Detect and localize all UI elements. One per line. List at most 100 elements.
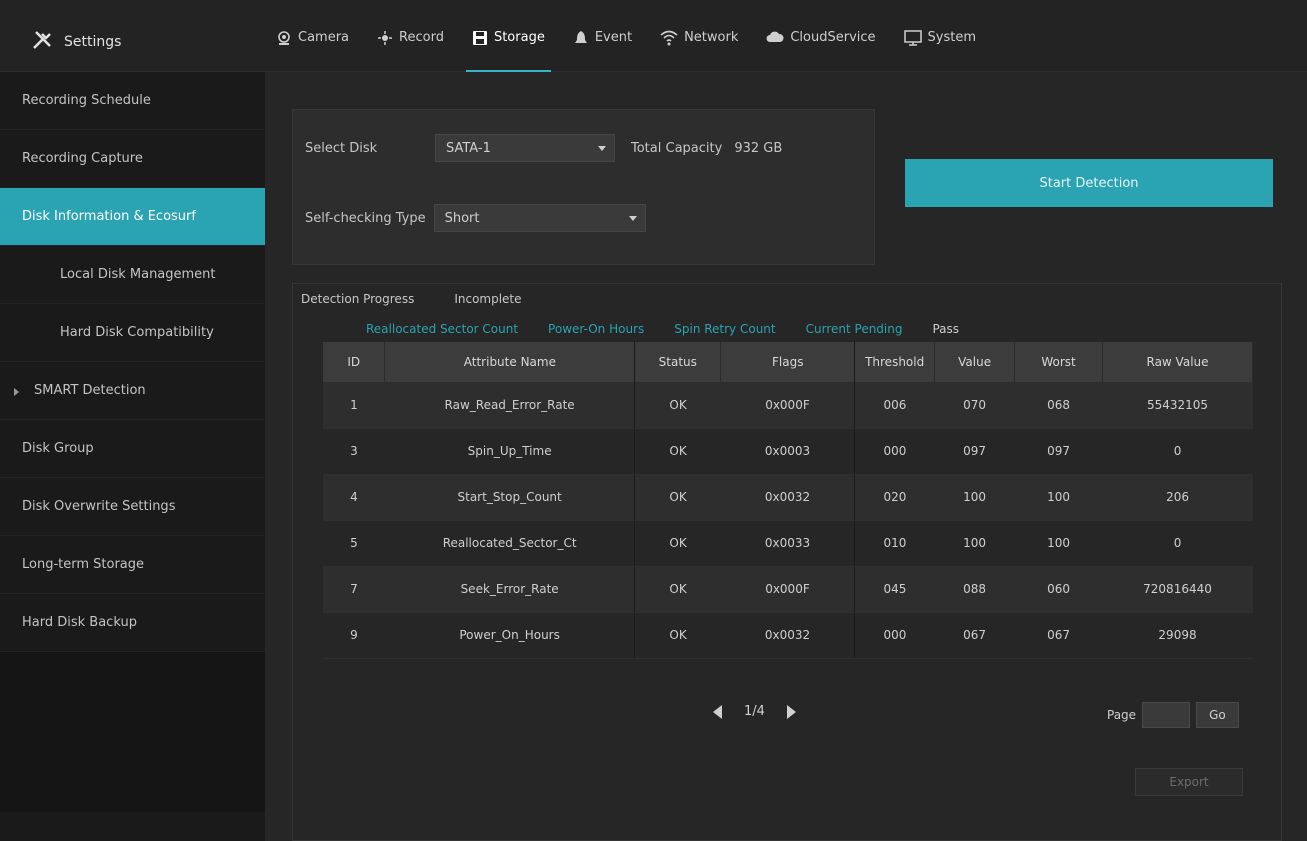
sidebar-item-label: SMART Detection — [34, 383, 146, 398]
table-cell: Start_Stop_Count — [384, 474, 636, 521]
top-bar: Settings Camera Record Storage Event Net… — [0, 0, 1307, 72]
sidebar-item-label: Hard Disk Compatibility — [60, 325, 214, 340]
network-icon — [660, 30, 678, 50]
go-button[interactable]: Go — [1196, 702, 1239, 728]
table-cell: 100 — [1014, 474, 1103, 521]
table-cell: 097 — [934, 428, 1015, 475]
sidebar-item-label: Recording Capture — [22, 151, 143, 166]
sidebar-item-label: Hard Disk Backup — [22, 615, 137, 630]
table-row: 4 Start_Stop_Count OK 0x0032 020 100 100… — [323, 474, 1253, 521]
caret-right-icon — [14, 388, 19, 396]
table-cell: 55432105 — [1102, 382, 1253, 429]
total-capacity-value: 932 GB — [734, 140, 783, 156]
start-detection-button[interactable]: Start Detection — [905, 159, 1273, 207]
table-cell: OK — [634, 612, 721, 659]
table-cell: 010 — [854, 520, 935, 567]
main-content: Select Disk SATA-1 Total Capacity 932 GB… — [265, 72, 1307, 841]
table-cell: Seek_Error_Rate — [384, 566, 636, 613]
table-cell: 100 — [934, 520, 1015, 567]
table-cell: Spin_Up_Time — [384, 428, 636, 475]
prev-page-icon[interactable] — [713, 704, 722, 719]
table-cell: 000 — [854, 612, 935, 659]
table-cell: Reallocated_Sector_Ct — [384, 520, 636, 567]
sidebar-item-disk-information[interactable]: Disk Information & Ecosurf — [0, 188, 265, 246]
page-indicator: 1/4 — [744, 704, 765, 719]
chevron-down-icon — [598, 146, 606, 151]
pagination: 1/4 — [713, 704, 796, 719]
next-page-icon[interactable] — [786, 704, 796, 719]
result-summary: Reallocated Sector Count Power-On Hours … — [366, 322, 959, 336]
sidebar-item-long-term-storage[interactable]: Long-term Storage — [0, 536, 265, 594]
main-tabs: Camera Record Storage Event Network Clou… — [270, 22, 982, 72]
table-cell: 5 — [323, 520, 385, 567]
self-check-dropdown[interactable]: Short — [433, 204, 646, 232]
summary-current-pending: Current Pending — [805, 322, 903, 336]
export-button[interactable]: Export — [1135, 768, 1243, 796]
sidebar-item-recording-capture[interactable]: Recording Capture — [0, 130, 265, 188]
table-row: 9 Power_On_Hours OK 0x0032 000 067 067 2… — [323, 612, 1253, 659]
tab-cloudservice[interactable]: CloudService — [760, 22, 881, 72]
tab-record[interactable]: Record — [371, 22, 450, 72]
table-cell: 097 — [1014, 428, 1103, 475]
sidebar-item-hard-disk-backup[interactable]: Hard Disk Backup — [0, 594, 265, 652]
sidebar-item-smart-detection[interactable]: SMART Detection — [0, 362, 265, 420]
goto-page-label: Page — [1107, 708, 1137, 722]
table-cell: 0x0032 — [720, 612, 856, 659]
column-header: ID — [323, 342, 386, 382]
self-check-value: Short — [444, 210, 480, 226]
sidebar-item-disk-group[interactable]: Disk Group — [0, 420, 265, 478]
table-cell: Raw_Read_Error_Rate — [384, 382, 636, 429]
table-cell: 020 — [854, 474, 935, 521]
tab-event-label: Event — [594, 30, 633, 45]
tab-event[interactable]: Event — [567, 22, 638, 72]
storage-icon — [472, 30, 488, 50]
tab-storage[interactable]: Storage — [465, 22, 551, 72]
table-header-row: ID Attribute Name Status Flags Threshold… — [323, 342, 1253, 382]
sidebar-item-hard-disk-compatibility[interactable]: Hard Disk Compatibility — [0, 304, 265, 362]
tab-network[interactable]: Network — [654, 22, 744, 72]
table-cell: 29098 — [1102, 612, 1253, 659]
chevron-down-icon — [628, 216, 637, 221]
detection-progress-label: Detection Progress — [301, 292, 415, 306]
summary-power-on: Power-On Hours — [548, 322, 645, 336]
table-cell: 060 — [1014, 566, 1103, 613]
smart-attributes-table: ID Attribute Name Status Flags Threshold… — [323, 342, 1253, 659]
table-cell: 720816440 — [1102, 566, 1253, 613]
column-header: Status — [634, 342, 722, 382]
cloud-icon — [766, 30, 784, 48]
sidebar-item-local-disk-management[interactable]: Local Disk Management — [0, 246, 265, 304]
table-cell: OK — [634, 566, 721, 613]
summary-pass: Pass — [932, 322, 960, 336]
tab-storage-label: Storage — [493, 30, 545, 45]
table-cell: 100 — [934, 474, 1015, 521]
detection-progress: Detection Progress Incomplete — [301, 292, 522, 306]
summary-spin-retry: Spin Retry Count — [674, 322, 776, 336]
select-disk-label: Select Disk — [305, 140, 378, 156]
table-cell: 067 — [1014, 612, 1103, 659]
camera-icon — [276, 30, 292, 50]
sidebar-item-disk-overwrite[interactable]: Disk Overwrite Settings — [0, 478, 265, 536]
sidebar-item-label: Disk Information & Ecosurf — [22, 209, 196, 224]
settings-title: Settings — [32, 30, 121, 54]
table-cell: Power_On_Hours — [384, 612, 636, 659]
tab-camera[interactable]: Camera — [270, 22, 355, 72]
tools-icon — [32, 30, 54, 54]
summary-reallocated: Reallocated Sector Count — [366, 322, 519, 336]
sidebar-item-label: Long-term Storage — [22, 557, 145, 572]
select-disk-dropdown[interactable]: SATA-1 — [435, 134, 615, 162]
detection-results-panel: Detection Progress Incomplete Reallocate… — [292, 283, 1282, 841]
select-disk-value: SATA-1 — [446, 140, 491, 156]
table-row: 1 Raw_Read_Error_Rate OK 0x000F 006 070 … — [323, 382, 1253, 429]
table-cell: OK — [634, 428, 721, 475]
sidebar: Recording Schedule Recording Capture Dis… — [0, 72, 265, 841]
table-cell: 045 — [854, 566, 935, 613]
table-cell: 4 — [323, 474, 385, 521]
sidebar-footer — [0, 652, 265, 812]
sidebar-item-recording-schedule[interactable]: Recording Schedule — [0, 72, 265, 130]
table-cell: 206 — [1102, 474, 1253, 521]
table-cell: 7 — [323, 566, 385, 613]
goto-page-input[interactable] — [1142, 702, 1191, 728]
tab-system[interactable]: System — [898, 22, 982, 72]
column-header: Attribute Name — [384, 342, 636, 382]
table-cell: 0x000F — [720, 566, 856, 613]
